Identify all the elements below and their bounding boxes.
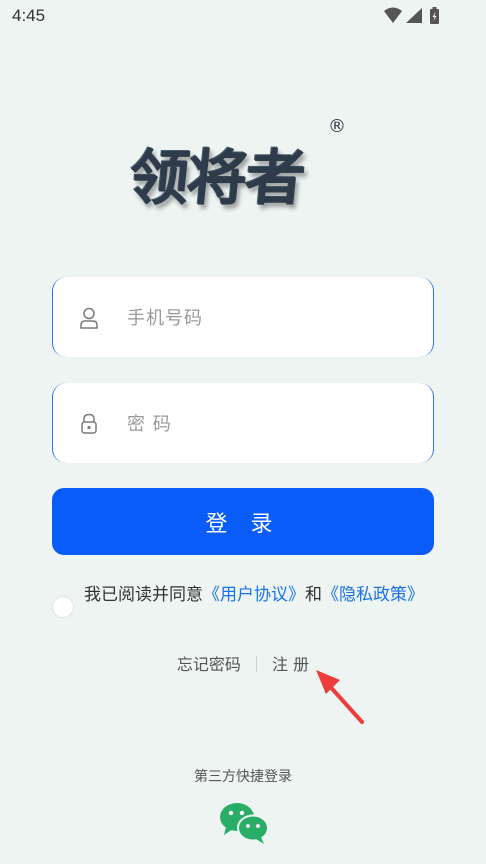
agreement-connector: 和 — [305, 585, 322, 605]
agreement-checkbox[interactable] — [52, 596, 74, 618]
signal-icon — [406, 8, 422, 23]
phone-input[interactable] — [125, 299, 419, 337]
password-field[interactable] — [52, 383, 434, 463]
registered-mark: ® — [328, 116, 346, 137]
password-input[interactable] — [125, 405, 419, 443]
wifi-icon — [384, 7, 402, 23]
logo-text: 领将者 — [125, 144, 308, 214]
status-icons — [384, 7, 439, 24]
user-agreement-link[interactable]: 《用户协议》 — [203, 585, 305, 605]
third-party-label: 第三方快捷登录 — [194, 769, 292, 785]
forgot-password-link[interactable]: 忘记密码 — [177, 655, 241, 674]
register-link[interactable]: 注 册 — [272, 655, 309, 674]
app-logo: 领将者 ® — [125, 116, 360, 222]
phone-field[interactable] — [52, 277, 434, 357]
login-button[interactable]: 登 录 — [52, 488, 434, 555]
user-icon — [80, 307, 98, 329]
links-divider — [255, 656, 257, 672]
lock-icon — [81, 413, 97, 434]
privacy-policy-link[interactable]: 《隐私政策》 — [322, 585, 424, 605]
agreement-prefix: 我已阅读并同意 — [84, 585, 203, 605]
wechat-icon[interactable] — [218, 801, 270, 845]
arrow-annotation — [316, 670, 364, 724]
status-bar: 4:45 — [0, 0, 486, 34]
battery-icon — [430, 7, 439, 24]
status-time: 4:45 — [12, 6, 46, 25]
agreement-text: 我已阅读并同意《用户协议》和《隐私政策》 — [84, 584, 436, 607]
account-links: 忘记密码 注 册 — [0, 651, 486, 675]
